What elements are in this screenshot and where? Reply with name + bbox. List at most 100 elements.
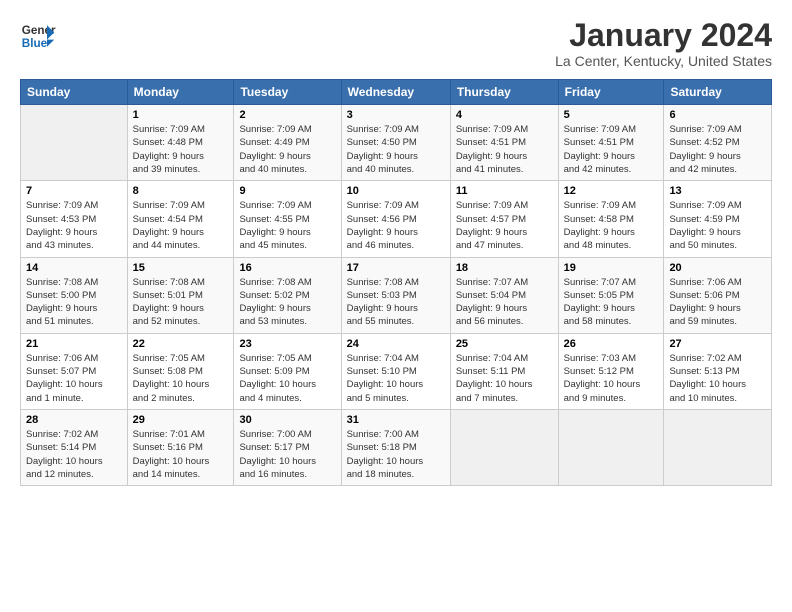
day-info: Sunrise: 7:04 AM Sunset: 5:11 PM Dayligh… [456,352,553,405]
calendar-cell: 8Sunrise: 7:09 AM Sunset: 4:54 PM Daylig… [127,181,234,257]
day-info: Sunrise: 7:07 AM Sunset: 5:04 PM Dayligh… [456,276,553,329]
day-info: Sunrise: 7:09 AM Sunset: 4:58 PM Dayligh… [564,199,659,252]
day-number: 2 [239,109,335,121]
calendar-cell: 19 Sunrise: 7:07 AM Sunset: 5:05 PM Dayli… [558,257,664,333]
calendar-cell [664,409,772,485]
day-info: Sunrise: 7:09 AM Sunset: 4:51 PM Dayligh… [564,123,659,176]
svg-text:Blue: Blue [22,37,48,50]
week-row-3: 14 Sunrise: 7:08 AM Sunset: 5:00 PM Dayli… [21,257,772,333]
day-info: Sunrise: 7:09 AM Sunset: 4:53 PM Dayligh… [26,199,122,252]
calendar-cell: 9Sunrise: 7:09 AM Sunset: 4:55 PM Daylig… [234,181,341,257]
day-number: 14 [26,262,122,274]
calendar-cell: 5Sunrise: 7:09 AM Sunset: 4:51 PM Daylig… [558,105,664,181]
day-header-friday: Friday [558,80,664,105]
day-info: Sunrise: 7:03 AM Sunset: 5:12 PM Dayligh… [564,352,659,405]
day-number: 16 [239,262,335,274]
day-number: 22 [133,338,229,350]
day-info: Sunrise: 7:09 AM Sunset: 4:52 PM Dayligh… [669,123,766,176]
calendar-table: SundayMondayTuesdayWednesdayThursdayFrid… [20,79,772,486]
day-info: Sunrise: 7:05 AM Sunset: 5:09 PM Dayligh… [239,352,335,405]
day-info: Sunrise: 7:00 AM Sunset: 5:17 PM Dayligh… [239,428,335,481]
calendar-subtitle: La Center, Kentucky, United States [555,53,772,69]
calendar-cell: 23 Sunrise: 7:05 AM Sunset: 5:09 PM Dayli… [234,333,341,409]
day-number: 10 [347,185,445,197]
day-number: 1 [133,109,229,121]
calendar-cell: 15 Sunrise: 7:08 AM Sunset: 5:01 PM Dayli… [127,257,234,333]
day-number: 28 [26,414,122,426]
calendar-cell: 25 Sunrise: 7:04 AM Sunset: 5:11 PM Dayli… [450,333,558,409]
day-number: 30 [239,414,335,426]
day-info: Sunrise: 7:09 AM Sunset: 4:55 PM Dayligh… [239,199,335,252]
calendar-cell: 18 Sunrise: 7:07 AM Sunset: 5:04 PM Dayli… [450,257,558,333]
day-info: Sunrise: 7:07 AM Sunset: 5:05 PM Dayligh… [564,276,659,329]
week-row-1: 1 Sunrise: 7:09 AM Sunset: 4:48 PM Daylig… [21,105,772,181]
day-number: 31 [347,414,445,426]
day-number: 20 [669,262,766,274]
day-number: 11 [456,185,553,197]
day-number: 19 [564,262,659,274]
day-number: 15 [133,262,229,274]
header-row: SundayMondayTuesdayWednesdayThursdayFrid… [21,80,772,105]
calendar-cell [558,409,664,485]
calendar-cell: 22 Sunrise: 7:05 AM Sunset: 5:08 PM Dayli… [127,333,234,409]
day-number: 18 [456,262,553,274]
day-number: 29 [133,414,229,426]
week-row-5: 28 Sunrise: 7:02 AM Sunset: 5:14 PM Dayli… [21,409,772,485]
day-number: 7 [26,185,122,197]
day-info: Sunrise: 7:09 AM Sunset: 4:54 PM Dayligh… [133,199,229,252]
day-number: 12 [564,185,659,197]
day-info: Sunrise: 7:04 AM Sunset: 5:10 PM Dayligh… [347,352,445,405]
day-info: Sunrise: 7:09 AM Sunset: 4:50 PM Dayligh… [347,123,445,176]
day-info: Sunrise: 7:09 AM Sunset: 4:48 PM Dayligh… [133,123,229,176]
day-info: Sunrise: 7:08 AM Sunset: 5:00 PM Dayligh… [26,276,122,329]
calendar-cell: 20Sunrise: 7:06 AM Sunset: 5:06 PM Dayli… [664,257,772,333]
calendar-cell [21,105,128,181]
calendar-cell: 10Sunrise: 7:09 AM Sunset: 4:56 PM Dayli… [341,181,450,257]
calendar-cell: 11 Sunrise: 7:09 AM Sunset: 4:57 PM Dayli… [450,181,558,257]
day-number: 3 [347,109,445,121]
calendar-cell: 3 Sunrise: 7:09 AM Sunset: 4:50 PM Daylig… [341,105,450,181]
calendar-cell: 28 Sunrise: 7:02 AM Sunset: 5:14 PM Dayli… [21,409,128,485]
week-row-2: 7 Sunrise: 7:09 AM Sunset: 4:53 PM Daylig… [21,181,772,257]
calendar-cell: 4 Sunrise: 7:09 AM Sunset: 4:51 PM Daylig… [450,105,558,181]
calendar-cell: 16Sunrise: 7:08 AM Sunset: 5:02 PM Dayli… [234,257,341,333]
calendar-cell: 21 Sunrise: 7:06 AM Sunset: 5:07 PM Dayli… [21,333,128,409]
day-number: 21 [26,338,122,350]
day-number: 23 [239,338,335,350]
calendar-title: January 2024 [555,18,772,53]
logo: General Blue [20,18,56,54]
day-info: Sunrise: 7:09 AM Sunset: 4:49 PM Dayligh… [239,123,335,176]
day-info: Sunrise: 7:02 AM Sunset: 5:14 PM Dayligh… [26,428,122,481]
day-info: Sunrise: 7:08 AM Sunset: 5:01 PM Dayligh… [133,276,229,329]
calendar-cell: 30 Sunrise: 7:00 AM Sunset: 5:17 PM Dayli… [234,409,341,485]
day-info: Sunrise: 7:01 AM Sunset: 5:16 PM Dayligh… [133,428,229,481]
day-number: 4 [456,109,553,121]
week-row-4: 21 Sunrise: 7:06 AM Sunset: 5:07 PM Dayli… [21,333,772,409]
day-info: Sunrise: 7:09 AM Sunset: 4:59 PM Dayligh… [669,199,766,252]
calendar-cell: 17 Sunrise: 7:08 AM Sunset: 5:03 PM Dayli… [341,257,450,333]
day-info: Sunrise: 7:09 AM Sunset: 4:57 PM Dayligh… [456,199,553,252]
day-number: 25 [456,338,553,350]
calendar-cell: 1 Sunrise: 7:09 AM Sunset: 4:48 PM Daylig… [127,105,234,181]
title-section: January 2024 La Center, Kentucky, United… [555,18,772,69]
day-info: Sunrise: 7:09 AM Sunset: 4:51 PM Dayligh… [456,123,553,176]
calendar-cell: 27Sunrise: 7:02 AM Sunset: 5:13 PM Dayli… [664,333,772,409]
calendar-cell: 29 Sunrise: 7:01 AM Sunset: 5:16 PM Dayli… [127,409,234,485]
calendar-cell: 13Sunrise: 7:09 AM Sunset: 4:59 PM Dayli… [664,181,772,257]
day-number: 26 [564,338,659,350]
day-number: 27 [669,338,766,350]
day-info: Sunrise: 7:05 AM Sunset: 5:08 PM Dayligh… [133,352,229,405]
calendar-cell: 12 Sunrise: 7:09 AM Sunset: 4:58 PM Dayli… [558,181,664,257]
day-header-sunday: Sunday [21,80,128,105]
calendar-cell: 24 Sunrise: 7:04 AM Sunset: 5:10 PM Dayli… [341,333,450,409]
day-info: Sunrise: 7:08 AM Sunset: 5:03 PM Dayligh… [347,276,445,329]
calendar-cell: 31Sunrise: 7:00 AM Sunset: 5:18 PM Dayli… [341,409,450,485]
day-header-tuesday: Tuesday [234,80,341,105]
calendar-cell: 14 Sunrise: 7:08 AM Sunset: 5:00 PM Dayli… [21,257,128,333]
calendar-cell: 2 Sunrise: 7:09 AM Sunset: 4:49 PM Daylig… [234,105,341,181]
day-number: 24 [347,338,445,350]
day-number: 17 [347,262,445,274]
day-info: Sunrise: 7:06 AM Sunset: 5:07 PM Dayligh… [26,352,122,405]
day-number: 6 [669,109,766,121]
day-header-thursday: Thursday [450,80,558,105]
